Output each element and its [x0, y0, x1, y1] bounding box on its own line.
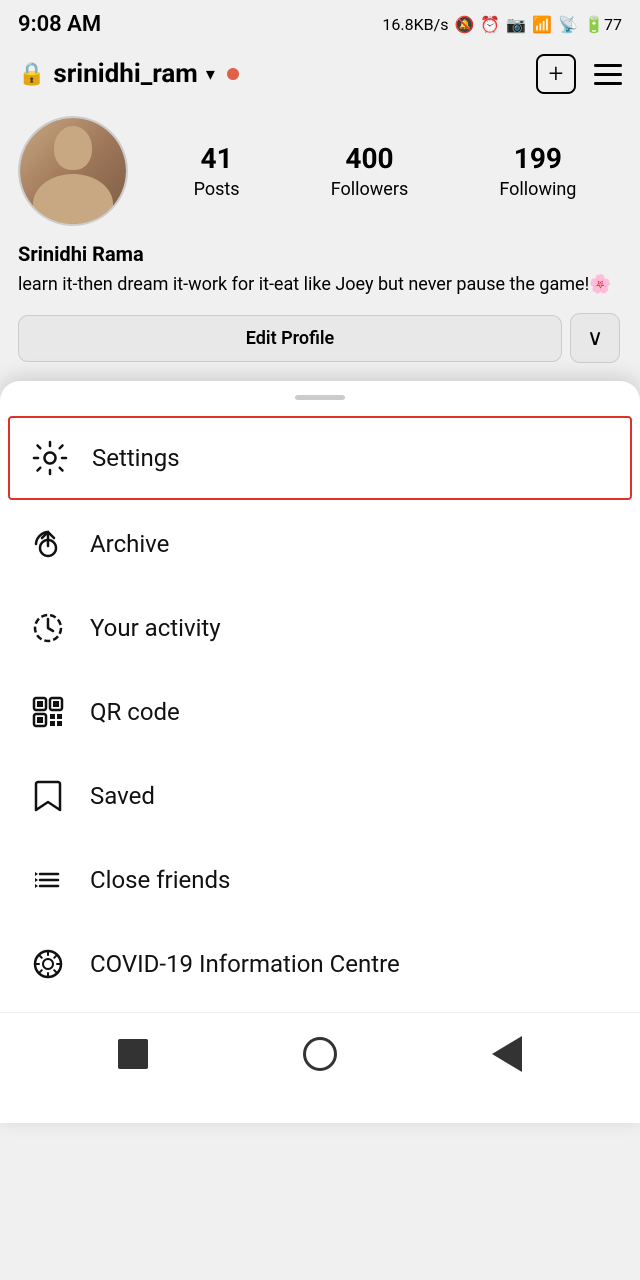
following-stat[interactable]: 199 Following [499, 142, 576, 200]
nav-home-button[interactable] [295, 1029, 345, 1079]
triangle-icon [492, 1036, 522, 1072]
plus-icon: + [549, 59, 564, 89]
status-time: 9:08 AM [18, 12, 101, 37]
status-bar: 9:08 AM 16.8KB/s 🔕 ⏰ 📷 📶 📡 🔋77 [0, 0, 640, 44]
sheet-handle [295, 395, 345, 400]
menu-item-qr[interactable]: QR code [0, 670, 640, 754]
menu-line-3 [594, 82, 622, 85]
posts-label: Posts [194, 179, 240, 200]
status-icons: 16.8KB/s 🔕 ⏰ 📷 📶 📡 🔋77 [382, 15, 622, 34]
following-label: Following [499, 179, 576, 200]
network-speed: 16.8KB/s [382, 15, 448, 34]
profile-top: 41 Posts 400 Followers 199 Following [18, 116, 622, 226]
circle-icon [303, 1037, 337, 1071]
username-area: 🔒 srinidhi_ram ▾ [18, 59, 536, 89]
followers-stat[interactable]: 400 Followers [331, 142, 409, 200]
profile-section: 41 Posts 400 Followers 199 Following Sri… [0, 104, 640, 381]
menu-item-covid[interactable]: COVID-19 Information Centre [0, 922, 640, 1006]
qr-label: QR code [90, 698, 180, 726]
nav-recent-button[interactable] [482, 1029, 532, 1079]
settings-icon [30, 438, 70, 478]
covid-label: COVID-19 Information Centre [90, 950, 400, 978]
posts-count: 41 [201, 142, 233, 175]
menu-item-archive[interactable]: Archive [0, 502, 640, 586]
display-name: Srinidhi Rama [18, 242, 622, 266]
profile-stats: 41 Posts 400 Followers 199 Following [148, 142, 622, 200]
activity-icon [28, 608, 68, 648]
online-dot [227, 68, 239, 80]
wifi-icon: 📡 [558, 15, 578, 34]
app-header: 🔒 srinidhi_ram ▾ + [0, 44, 640, 104]
chevron-down-icon: ∨ [587, 326, 603, 351]
nav-back-button[interactable] [108, 1029, 158, 1079]
menu-line-1 [594, 64, 622, 67]
following-count: 199 [514, 142, 562, 175]
avatar-image [20, 118, 126, 224]
menu-item-activity[interactable]: Your activity [0, 586, 640, 670]
photo-icon: 📷 [506, 15, 526, 34]
followers-count: 400 [345, 142, 393, 175]
archive-icon [28, 524, 68, 564]
profile-dropdown-button[interactable]: ∨ [570, 313, 620, 363]
menu-line-2 [594, 73, 622, 76]
battery-icon: 🔋77 [584, 15, 622, 34]
header-actions: + [536, 54, 622, 94]
archive-label: Archive [90, 530, 169, 558]
edit-profile-button[interactable]: Edit Profile [18, 315, 562, 362]
posts-stat[interactable]: 41 Posts [194, 142, 240, 200]
username-label: srinidhi_ram [53, 59, 197, 89]
activity-label: Your activity [90, 614, 221, 642]
qr-icon [28, 692, 68, 732]
menu-item-saved[interactable]: Saved [0, 754, 640, 838]
profile-actions: Edit Profile ∨ [18, 313, 622, 363]
followers-label: Followers [331, 179, 409, 200]
chevron-down-icon[interactable]: ▾ [206, 64, 215, 85]
mute-icon: 🔕 [454, 15, 474, 34]
alarm-icon: ⏰ [480, 15, 500, 34]
saved-label: Saved [90, 782, 155, 810]
square-icon [118, 1039, 148, 1069]
add-content-button[interactable]: + [536, 54, 576, 94]
menu-item-close-friends[interactable]: Close friends [0, 838, 640, 922]
sheet-handle-area [0, 381, 640, 408]
saved-icon [28, 776, 68, 816]
lock-icon: 🔒 [18, 62, 45, 87]
covid-icon [28, 944, 68, 984]
close-friends-label: Close friends [90, 866, 230, 894]
nav-bar [0, 1012, 640, 1103]
avatar[interactable] [18, 116, 128, 226]
signal-icon: 📶 [532, 15, 552, 34]
close-friends-icon [28, 860, 68, 900]
hamburger-menu-button[interactable] [594, 64, 622, 85]
menu-item-settings[interactable]: Settings [8, 416, 632, 500]
bottom-sheet: Settings Archive [0, 381, 640, 1123]
menu-list: Settings Archive [0, 408, 640, 1012]
bio: learn it-then dream it-work for it-eat l… [18, 272, 622, 297]
settings-label: Settings [92, 444, 180, 472]
